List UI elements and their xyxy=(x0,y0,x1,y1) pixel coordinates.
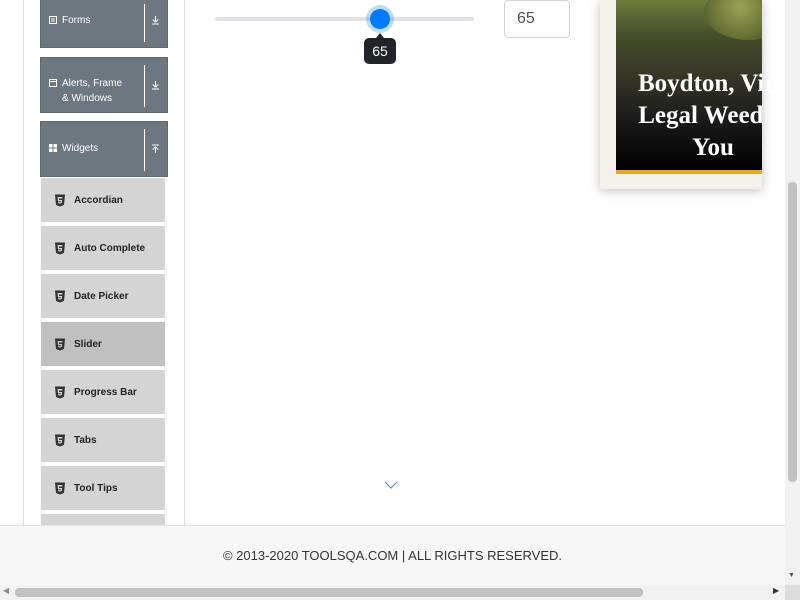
sidebar-item-date-picker[interactable]: Date Picker xyxy=(41,274,165,320)
advertisement[interactable]: Boydton, Virg Legal Weed D You xyxy=(600,0,788,189)
slider-thumb[interactable] xyxy=(370,9,390,29)
sidebar-item-auto-complete[interactable]: Auto Complete xyxy=(41,226,165,272)
chevron-down-icon[interactable] xyxy=(384,479,398,491)
slider-tooltip: 65 xyxy=(364,33,396,64)
html5-icon xyxy=(55,482,65,494)
html5-icon xyxy=(55,434,65,446)
grid-icon xyxy=(49,144,57,152)
ad-line: Boydton, Virg xyxy=(637,70,789,97)
sidebar-item-label: Progress Bar xyxy=(74,386,137,398)
sidebar-border xyxy=(184,0,185,525)
ad-line: Legal Weed D xyxy=(638,102,788,129)
sidebar-item-label: Accordian xyxy=(74,194,123,206)
slider-track[interactable] xyxy=(215,17,474,21)
sidebar-item-label: Auto Complete xyxy=(74,242,146,254)
left-column-border xyxy=(23,0,24,525)
upload-collapse-icon[interactable] xyxy=(151,144,160,154)
sidebar-item-tabs[interactable]: Tabs xyxy=(41,418,165,464)
sidebar-item-tool-tips[interactable]: Tool Tips xyxy=(41,466,165,512)
download-expand-icon[interactable] xyxy=(151,80,160,90)
sidebar-group-widgets[interactable]: Widgets xyxy=(40,121,168,177)
cannabis-bud-image xyxy=(704,0,762,40)
sidebar-item-accordian[interactable]: Accordian xyxy=(41,178,165,224)
horizontal-scrollbar-thumb[interactable] xyxy=(15,588,643,597)
sidebar-item-progress-bar[interactable]: Progress Bar xyxy=(41,370,165,416)
sidebar-item-label: Tabs xyxy=(74,434,97,446)
sidebar-group-alerts-frame-windows[interactable]: Alerts, Frame & Windows xyxy=(40,57,168,113)
footer: © 2013-2020 TOOLSQA.COM | ALL RIGHTS RES… xyxy=(0,525,785,585)
html5-icon xyxy=(55,386,65,398)
sidebar-item-label: Slider xyxy=(74,338,102,350)
sidebar-group-label: Forms xyxy=(62,15,91,26)
page: Forms Alerts, Frame & Windows Widgets Ac… xyxy=(0,0,800,600)
copyright-text: © 2013-2020 TOOLSQA.COM | ALL RIGHTS RES… xyxy=(222,548,563,563)
slider-value-field[interactable]: 65 xyxy=(504,0,570,38)
html5-icon xyxy=(55,338,65,350)
ad-line: You xyxy=(692,134,734,161)
sidebar-group-label: Alerts, Frame & Windows xyxy=(62,78,123,104)
scrollbar-corner xyxy=(785,585,800,600)
window-icon xyxy=(49,79,57,87)
vertical-scrollbar-thumb[interactable] xyxy=(788,182,797,482)
divider xyxy=(144,4,145,42)
divider xyxy=(144,65,145,107)
html5-icon xyxy=(55,194,65,206)
ad-accent-bar xyxy=(616,170,762,174)
form-icon xyxy=(49,16,57,24)
download-expand-icon[interactable] xyxy=(151,15,160,25)
sidebar-item-slider[interactable]: Slider xyxy=(41,322,165,368)
sidebar-group-forms[interactable]: Forms xyxy=(40,0,168,48)
sidebar-item-label: Tool Tips xyxy=(74,482,118,494)
html5-icon xyxy=(55,242,65,254)
scroll-left-arrow-icon[interactable]: ◀ xyxy=(3,586,9,595)
scroll-right-arrow-icon[interactable]: ▶ xyxy=(773,586,779,595)
html5-icon xyxy=(55,290,65,302)
scroll-down-arrow-icon[interactable]: ▼ xyxy=(788,572,795,579)
ad-headline: Boydton, Virg Legal Weed D You xyxy=(613,68,800,164)
sidebar-item-label: Date Picker xyxy=(74,290,129,302)
divider xyxy=(144,129,145,171)
sidebar-group-label: Widgets xyxy=(62,143,99,154)
